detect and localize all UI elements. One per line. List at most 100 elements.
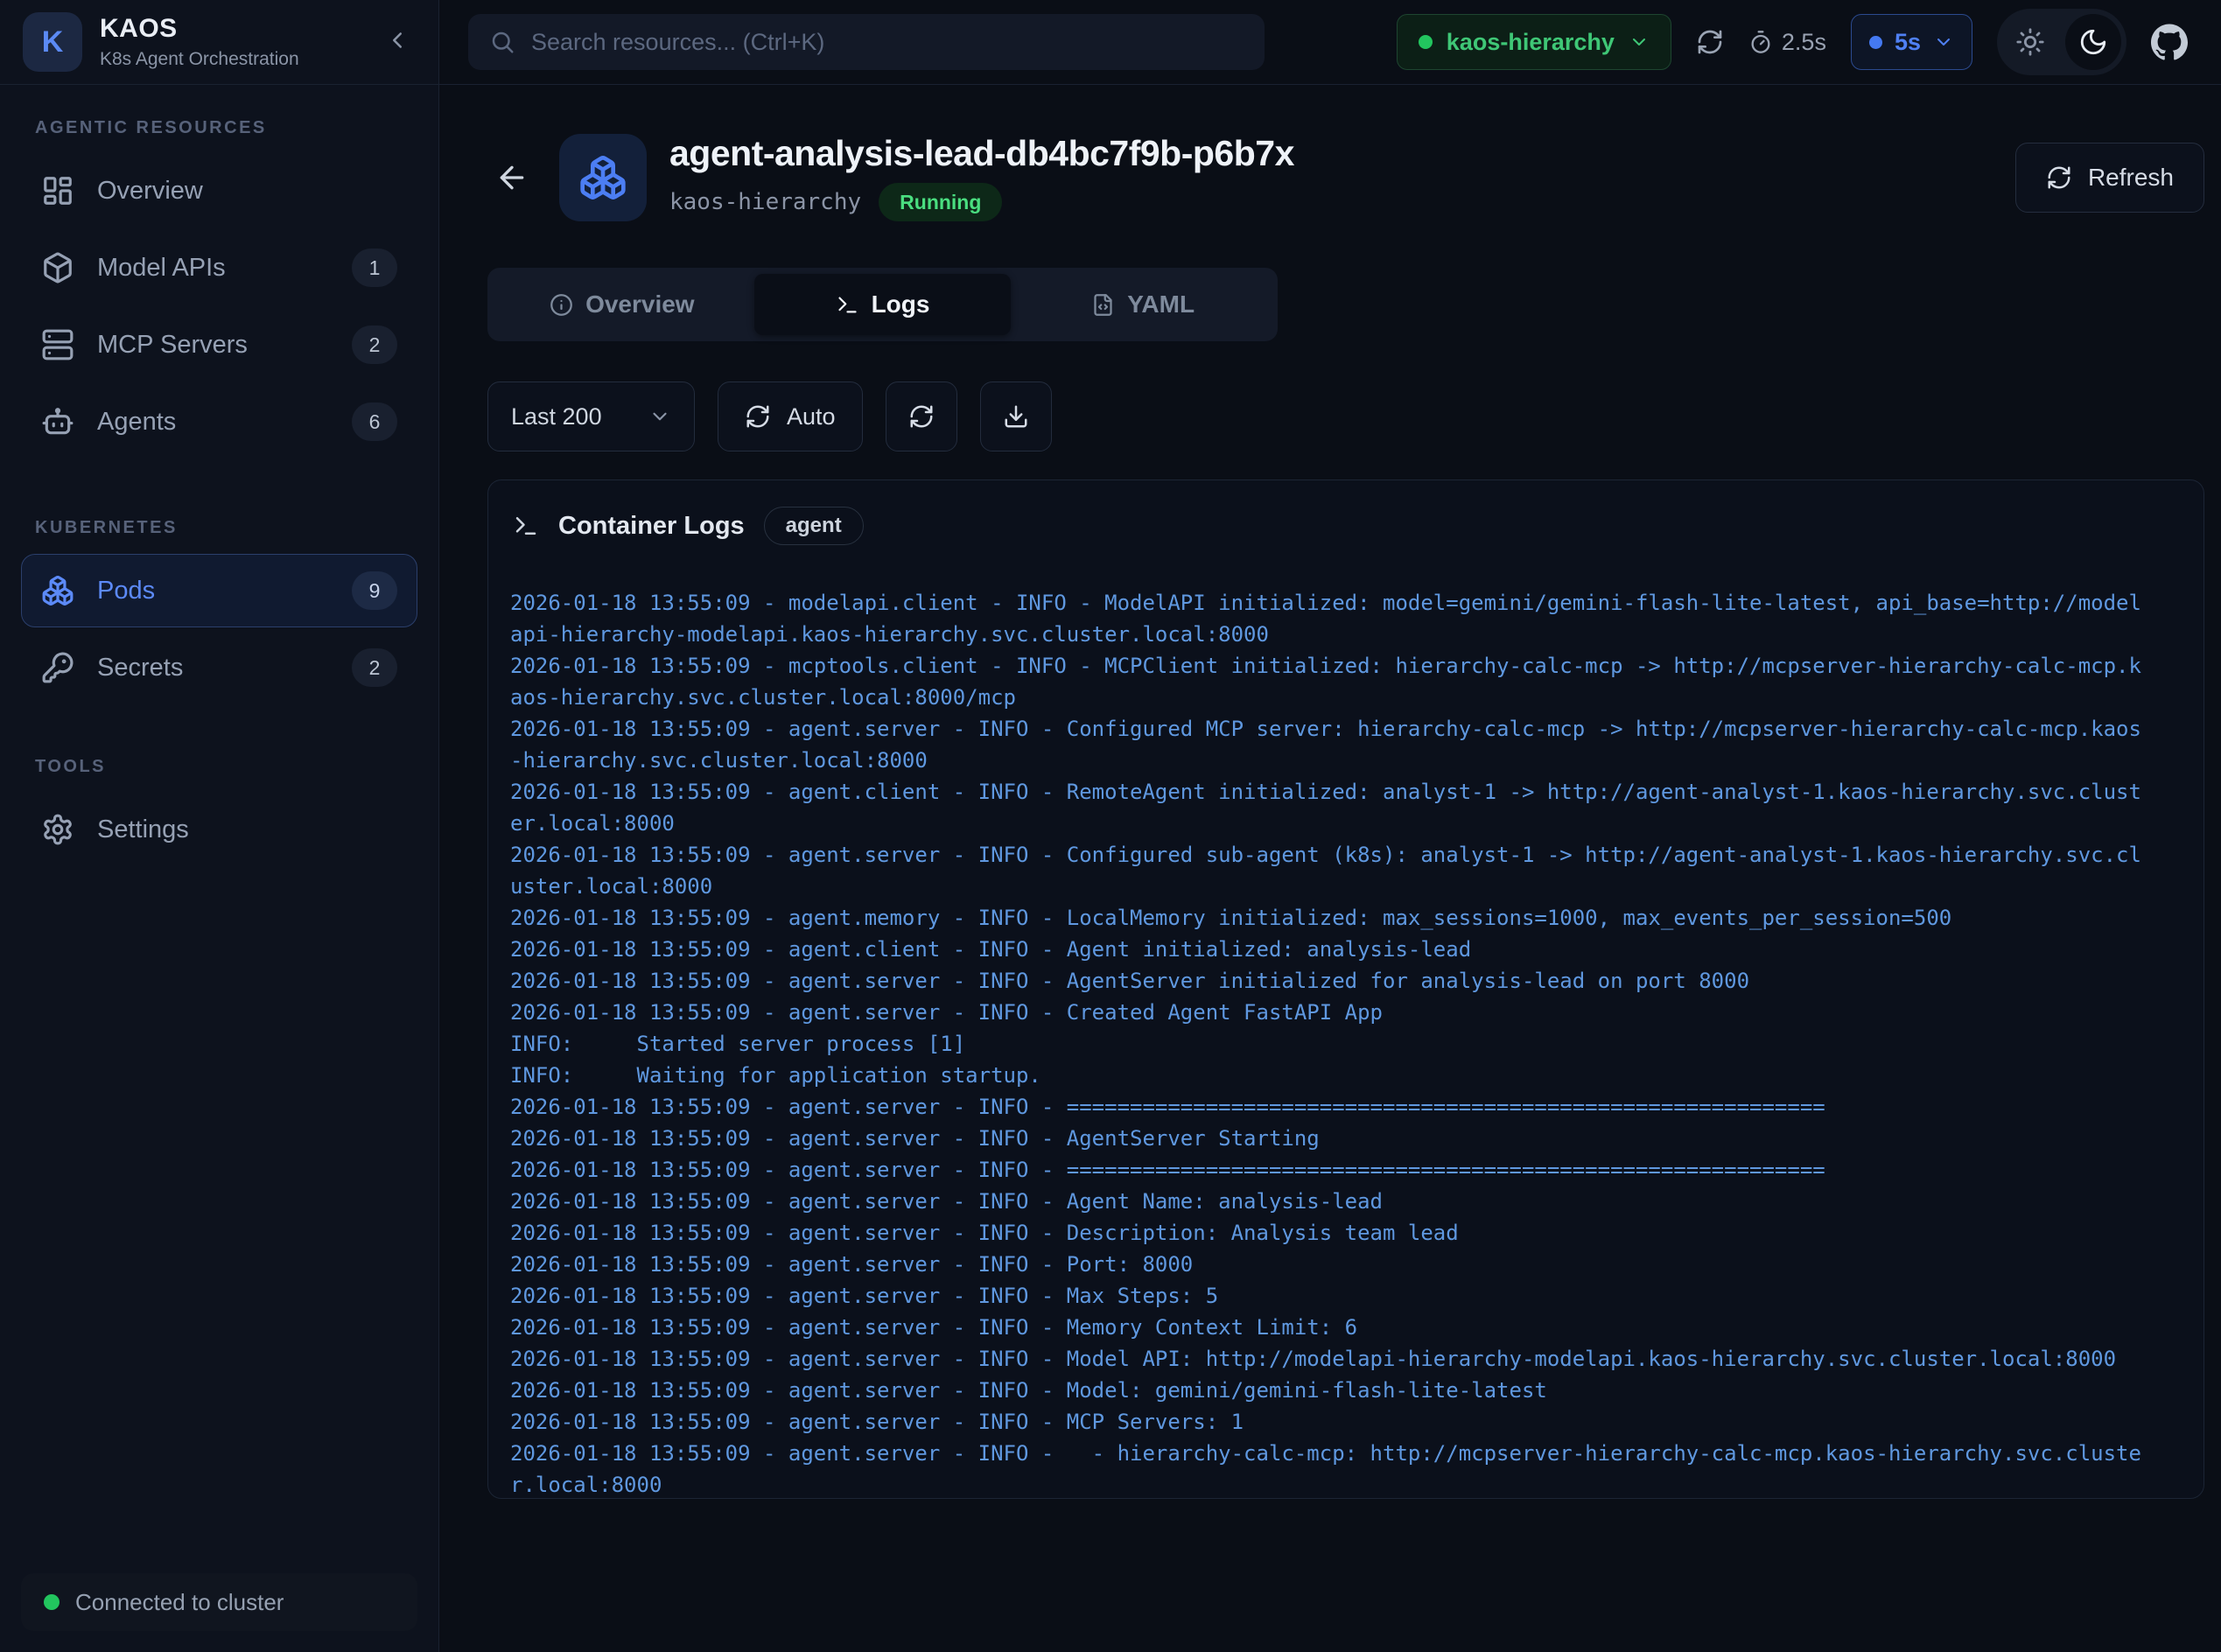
interval-status-dot — [1869, 36, 1882, 49]
sidebar-item-mcp-servers[interactable]: MCP Servers 2 — [21, 308, 417, 382]
tab-overview[interactable]: Overview — [494, 274, 751, 335]
app-subtitle: K8s Agent Orchestration — [100, 49, 361, 70]
tail-lines-select[interactable]: Last 200 — [487, 382, 695, 452]
sidebar-item-label: Overview — [97, 177, 397, 206]
sidebar-header: K KAOS K8s Agent Orchestration — [0, 0, 438, 85]
tab-label: YAML — [1127, 290, 1195, 318]
tab-yaml[interactable]: YAML — [1014, 274, 1272, 335]
server-icon — [41, 328, 74, 361]
log-line: 2026-01-18 13:55:09 - agent.server - INF… — [510, 1343, 2152, 1375]
app-logo: K — [23, 12, 82, 72]
search-box[interactable] — [468, 14, 1265, 70]
auto-refresh-button[interactable]: Auto — [718, 382, 863, 452]
interval-value: 5s — [1895, 29, 1921, 56]
status-badge: Running — [879, 183, 1002, 221]
section-label-tools: TOOLS — [21, 757, 417, 777]
log-line: 2026-01-18 13:55:09 - agent.server - INF… — [510, 1217, 2152, 1249]
chevron-down-icon — [1933, 32, 1954, 52]
title-block: agent-analysis-lead-db4bc7f9b-p6b7x kaos… — [669, 133, 1993, 221]
app-title-block: KAOS K8s Agent Orchestration — [100, 14, 361, 70]
log-line: 2026-01-18 13:55:09 - agent.client - INF… — [510, 934, 2152, 965]
search-input[interactable] — [531, 29, 1244, 56]
pod-tile — [559, 134, 647, 221]
sidebar-item-label: Settings — [97, 816, 397, 844]
log-line: 2026-01-18 13:55:09 - agent.server - INF… — [510, 1249, 2152, 1280]
refresh-icon — [2046, 164, 2072, 191]
namespace-selector[interactable]: kaos-hierarchy — [1397, 14, 1671, 70]
count-badge: 1 — [352, 248, 397, 287]
boxes-icon — [41, 574, 74, 607]
dark-theme-button[interactable] — [2065, 14, 2121, 70]
log-line: 2026-01-18 13:55:09 - agent.client - INF… — [510, 776, 2152, 839]
tail-lines-value: Last 200 — [511, 403, 602, 430]
sidebar-item-label: MCP Servers — [97, 331, 329, 360]
app-root: K KAOS K8s Agent Orchestration AGENTIC R… — [0, 0, 2221, 1652]
gear-icon — [41, 813, 74, 846]
log-line: 2026-01-18 13:55:09 - agent.memory - INF… — [510, 902, 2152, 934]
log-line: INFO: Waiting for application startup. — [510, 1060, 2152, 1091]
cluster-status: Connected to cluster — [21, 1573, 417, 1631]
refresh-icon — [745, 403, 771, 430]
container-name-badge: agent — [764, 507, 864, 545]
refresh-button[interactable]: Refresh — [2015, 143, 2204, 213]
tab-bar: Overview Logs YAML — [487, 268, 1278, 341]
count-badge: 9 — [352, 571, 397, 610]
download-logs-button[interactable] — [980, 382, 1052, 452]
moon-icon — [2078, 27, 2108, 57]
sidebar-item-label: Agents — [97, 408, 329, 437]
namespace-status-dot — [1419, 35, 1433, 49]
log-line: 2026-01-18 13:55:09 - agent.server - INF… — [510, 1154, 2152, 1186]
sidebar-collapse-button[interactable] — [379, 22, 416, 63]
boxes-icon — [578, 153, 627, 202]
github-link[interactable] — [2151, 24, 2188, 60]
topbar: kaos-hierarchy 2.5s 5s — [439, 0, 2221, 85]
sidebar-item-overview[interactable]: Overview — [21, 154, 417, 228]
count-badge: 2 — [352, 648, 397, 687]
sidebar-item-label: Secrets — [97, 654, 329, 682]
log-line: 2026-01-18 13:55:09 - agent.server - INF… — [510, 965, 2152, 997]
tab-label: Logs — [872, 290, 930, 318]
container-logs-panel: Container Logs agent 2026-01-18 13:55:09… — [487, 480, 2204, 1499]
log-output[interactable]: 2026-01-18 13:55:09 - modelapi.client - … — [488, 566, 2203, 1498]
page-title: agent-analysis-lead-db4bc7f9b-p6b7x — [669, 133, 1993, 174]
sidebar-item-label: Pods — [97, 577, 329, 606]
sidebar-item-label: Model APIs — [97, 254, 329, 283]
download-icon — [1003, 403, 1029, 430]
refresh-interval-selector[interactable]: 5s — [1851, 14, 1972, 70]
poll-time-value: 2.5s — [1782, 29, 1826, 56]
tab-logs[interactable]: Logs — [754, 274, 1012, 335]
log-line: 2026-01-18 13:55:09 - agent.server - INF… — [510, 713, 2152, 776]
section-label-kubernetes: KUBERNETES — [21, 518, 417, 538]
log-line: 2026-01-18 13:55:09 - agent.server - INF… — [510, 839, 2152, 902]
theme-toggle — [1997, 9, 2126, 75]
log-line: INFO: Started server process [1] — [510, 1028, 2152, 1060]
sidebar-nav: AGENTIC RESOURCES Overview Model APIs 1 … — [0, 85, 438, 1552]
refresh-button-label: Refresh — [2088, 164, 2174, 192]
stopwatch-icon — [1748, 30, 1773, 54]
log-line: 2026-01-18 13:55:09 - agent.server - INF… — [510, 1438, 2152, 1498]
sidebar-item-model-apis[interactable]: Model APIs 1 — [21, 231, 417, 304]
sidebar-item-secrets[interactable]: Secrets 2 — [21, 631, 417, 704]
section-label-agentic-resources: AGENTIC RESOURCES — [21, 118, 417, 138]
light-theme-button[interactable] — [2002, 14, 2058, 70]
terminal-icon — [836, 293, 859, 317]
count-badge: 2 — [352, 326, 397, 364]
log-line: 2026-01-18 13:55:09 - agent.server - INF… — [510, 1123, 2152, 1154]
robot-icon — [41, 405, 74, 438]
terminal-icon — [513, 513, 539, 539]
sidebar-item-agents[interactable]: Agents 6 — [21, 385, 417, 458]
manual-refresh-button[interactable] — [886, 382, 957, 452]
log-line: 2026-01-18 13:55:09 - agent.server - INF… — [510, 1312, 2152, 1343]
arrow-left-icon — [494, 160, 529, 195]
cube-icon — [41, 251, 74, 284]
pod-namespace: kaos-hierarchy — [669, 189, 861, 215]
sidebar: K KAOS K8s Agent Orchestration AGENTIC R… — [0, 0, 439, 1652]
global-refresh-button[interactable] — [1696, 28, 1724, 56]
sidebar-footer: Connected to cluster — [0, 1552, 438, 1652]
github-icon — [2151, 24, 2188, 60]
sidebar-item-pods[interactable]: Pods 9 — [21, 554, 417, 627]
log-line: 2026-01-18 13:55:09 - agent.server - INF… — [510, 1186, 2152, 1217]
cluster-status-text: Connected to cluster — [75, 1589, 284, 1616]
sidebar-item-settings[interactable]: Settings — [21, 793, 417, 866]
back-button[interactable] — [487, 153, 536, 202]
